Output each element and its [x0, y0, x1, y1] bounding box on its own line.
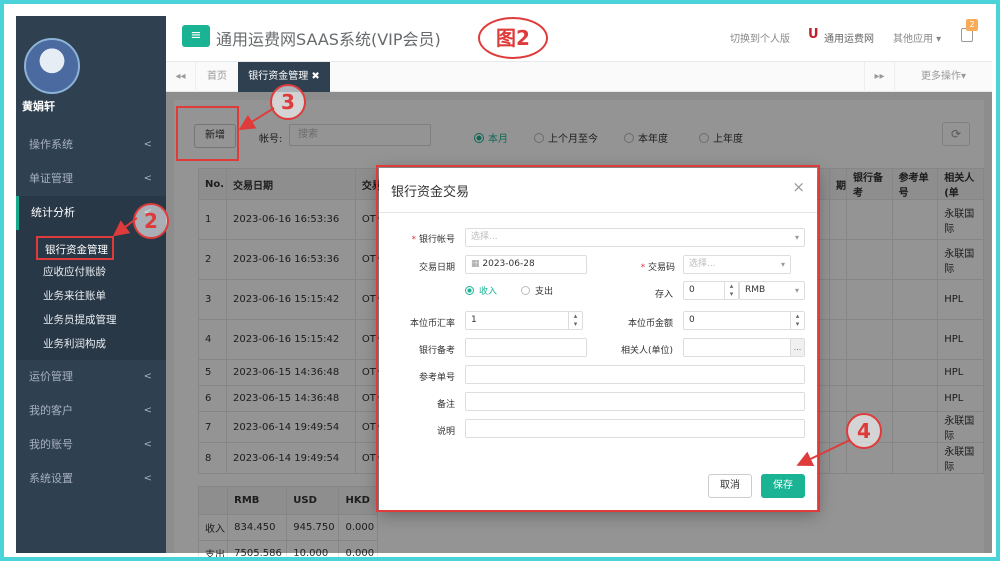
chevron-left-icon: < — [143, 439, 152, 450]
menu-item-label: 单证管理 — [29, 172, 73, 185]
menu-item-pricing[interactable]: 运价管理 < — [16, 360, 166, 394]
submenu-item-profit[interactable]: 业务利润构成 — [16, 332, 166, 356]
brand-name-link[interactable]: 通用运费网 — [824, 30, 874, 45]
annotation-step-3: 3 — [270, 84, 306, 120]
submenu-item-statements[interactable]: 业务来往账单 — [16, 284, 166, 308]
chevron-left-icon: < — [143, 371, 152, 382]
menu-item-label: 运价管理 — [29, 370, 73, 383]
user-name: 黄娟轩 — [22, 100, 55, 113]
avatar[interactable] — [24, 38, 80, 94]
tab-scroll-left-button[interactable]: ◂◂ — [166, 62, 196, 92]
submenu-item-commission[interactable]: 业务员提成管理 — [16, 308, 166, 332]
submenu-item-bank-funds[interactable]: 银行资金管理 — [36, 236, 114, 260]
sidebar: 黄娟轩 操作系统 < 单证管理 < 统计分析 < 银行资金管理 应收应付账龄 业… — [16, 16, 166, 553]
tab-home[interactable]: 首页 — [196, 62, 238, 92]
menu-item-label: 操作系统 — [29, 138, 73, 151]
system-title: 通用运费网SAAS系统(VIP会员) — [216, 30, 441, 49]
chevron-left-icon: < — [143, 139, 152, 150]
figure-label: 图2 — [478, 17, 548, 59]
menu-item-label: 统计分析 — [31, 206, 75, 219]
chevron-left-icon: < — [143, 405, 152, 416]
notification-badge: 2 — [966, 19, 978, 31]
menu-item-label: 我的客户 — [29, 404, 73, 417]
menu-item-operation-system[interactable]: 操作系统 < — [16, 128, 166, 162]
annotation-step-4: 4 — [846, 413, 882, 449]
menu-item-documents[interactable]: 单证管理 < — [16, 162, 166, 196]
menu-item-account[interactable]: 我的账号 < — [16, 428, 166, 462]
switch-personal-link[interactable]: 切换到个人版 — [730, 30, 790, 45]
menu-item-customers[interactable]: 我的客户 < — [16, 394, 166, 428]
statistics-submenu: 银行资金管理 应收应付账龄 业务来往账单 业务员提成管理 业务利润构成 — [16, 230, 166, 360]
chevron-left-icon: < — [143, 173, 152, 184]
annotation-step-2: 2 — [133, 203, 169, 239]
other-apps-dropdown[interactable]: 其他应用 ▾ — [893, 30, 941, 45]
menu-toggle-button[interactable]: ≡ — [182, 25, 210, 47]
annotation-highlight-dialog — [376, 165, 820, 512]
top-navbar: ≡ 通用运费网SAAS系统(VIP会员) 图2 切换到个人版 U 通用运费网 其… — [166, 16, 992, 62]
menu-item-label: 我的账号 — [29, 438, 73, 451]
brand-logo-icon: U — [808, 27, 819, 42]
more-actions-dropdown[interactable]: 更多操作▾ — [894, 62, 992, 92]
tab-scroll-right-button[interactable]: ▸▸ — [864, 62, 894, 92]
menu-item-settings[interactable]: 系统设置 < — [16, 462, 166, 496]
submenu-item-aging[interactable]: 应收应付账龄 — [16, 260, 166, 284]
menu-item-label: 系统设置 — [29, 472, 73, 485]
profile: 黄娟轩 — [16, 16, 166, 128]
screenshot-frame: 黄娟轩 操作系统 < 单证管理 < 统计分析 < 银行资金管理 应收应付账龄 业… — [0, 0, 1000, 561]
chevron-left-icon: < — [143, 473, 152, 484]
annotation-highlight-add — [176, 106, 239, 161]
